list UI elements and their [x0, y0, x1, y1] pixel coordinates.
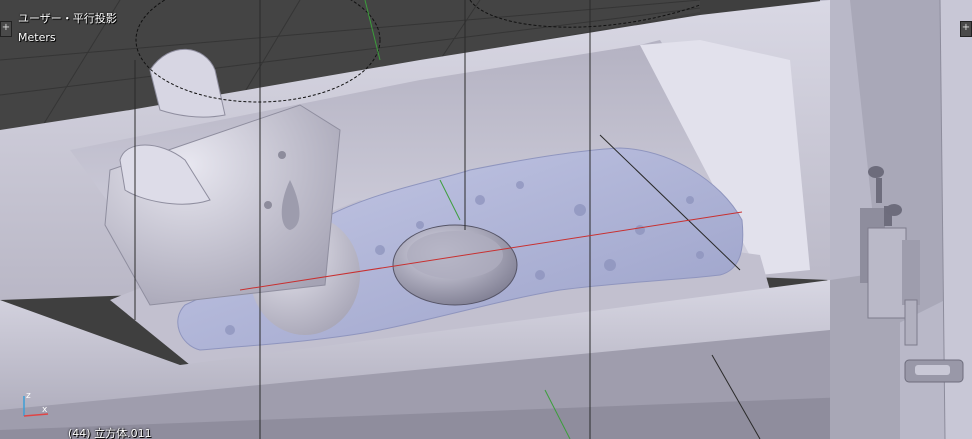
scene-render [0, 0, 972, 439]
view-mode-label: ユーザー・平行投影 [18, 12, 117, 25]
axis-z-label: z [26, 391, 31, 401]
3d-viewport[interactable]: + + ユーザー・平行投影 Meters z x (44) 立方体.011 [0, 0, 972, 439]
units-label: Meters [18, 31, 56, 44]
soap-dish [904, 359, 964, 383]
disc-top [407, 231, 503, 279]
axis-x-label: x [42, 405, 48, 415]
region-corner-widget[interactable]: + [0, 21, 12, 37]
axis-gizmo: z x [23, 391, 49, 417]
region-corner-widget-right[interactable]: + [960, 21, 972, 37]
selected-object-label: (44) 立方体.011 [68, 427, 152, 439]
